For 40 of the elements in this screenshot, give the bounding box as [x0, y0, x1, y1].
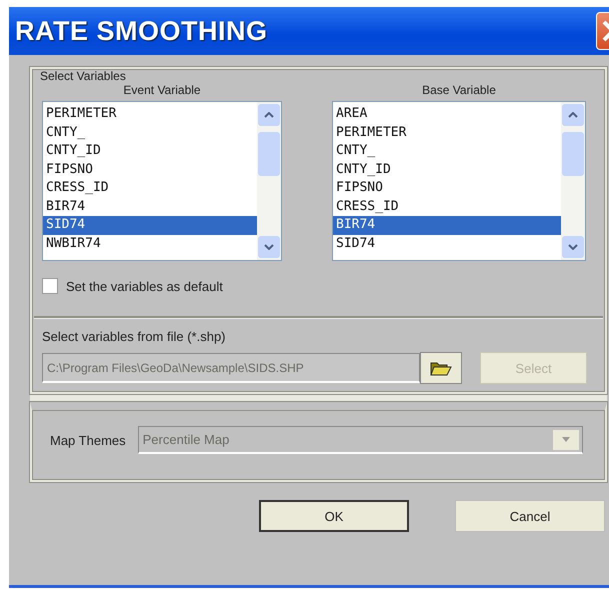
list-item[interactable]: PERIMETER — [333, 124, 561, 142]
scroll-down-button[interactable] — [562, 236, 584, 258]
scrollbar[interactable] — [561, 102, 585, 260]
list-item[interactable]: PERIMETER — [43, 105, 257, 124]
list-item[interactable]: AREA — [333, 105, 561, 124]
scroll-up-button[interactable] — [562, 104, 584, 126]
list-item[interactable]: CRESS_ID — [333, 198, 561, 216]
chevron-up-icon — [264, 112, 274, 118]
scroll-up-button[interactable] — [258, 104, 280, 126]
list-item[interactable]: CRESS_ID — [43, 179, 257, 198]
scroll-down-button[interactable] — [258, 236, 280, 258]
list-item[interactable]: CNTY_ID — [43, 142, 257, 160]
list-item[interactable]: SID74 — [333, 234, 561, 253]
list-item[interactable]: NWBIR74 — [43, 234, 257, 253]
chevron-down-icon — [568, 244, 578, 250]
ok-button[interactable]: OK — [259, 500, 409, 532]
dropdown-arrow-icon — [562, 437, 570, 442]
list-item[interactable]: BIR74 — [333, 216, 561, 234]
chevron-down-icon — [264, 244, 274, 250]
window-title: RATE SMOOTHING — [15, 16, 268, 46]
list-heading: Event Variable — [123, 83, 201, 97]
checkbox[interactable] — [42, 278, 58, 294]
checkbox-label: Set the variables as default — [66, 278, 223, 294]
group-title: Select Variables — [40, 69, 126, 83]
list-item[interactable]: FIPSNO — [43, 160, 257, 179]
chevron-up-icon — [568, 112, 578, 118]
browse-button[interactable] — [420, 352, 462, 384]
cancel-button[interactable]: Cancel — [455, 500, 605, 532]
list-item[interactable]: CNTY_ — [333, 142, 561, 160]
map-themes-label: Map Themes — [50, 432, 126, 448]
scroll-thumb[interactable] — [562, 132, 584, 176]
scroll-thumb[interactable] — [258, 132, 280, 176]
list-item[interactable]: BIR74 — [43, 198, 257, 216]
list-item[interactable]: FIPSNO — [333, 179, 561, 198]
scrollbar[interactable] — [257, 102, 281, 260]
list-item[interactable]: CNTY_ — [43, 124, 257, 142]
list-heading: Base Variable — [422, 83, 496, 97]
list-item[interactable]: CNTY_ID — [333, 160, 561, 179]
file-label: Select variables from file (*.shp) — [42, 329, 227, 344]
list-item[interactable]: SID74 — [43, 216, 257, 234]
